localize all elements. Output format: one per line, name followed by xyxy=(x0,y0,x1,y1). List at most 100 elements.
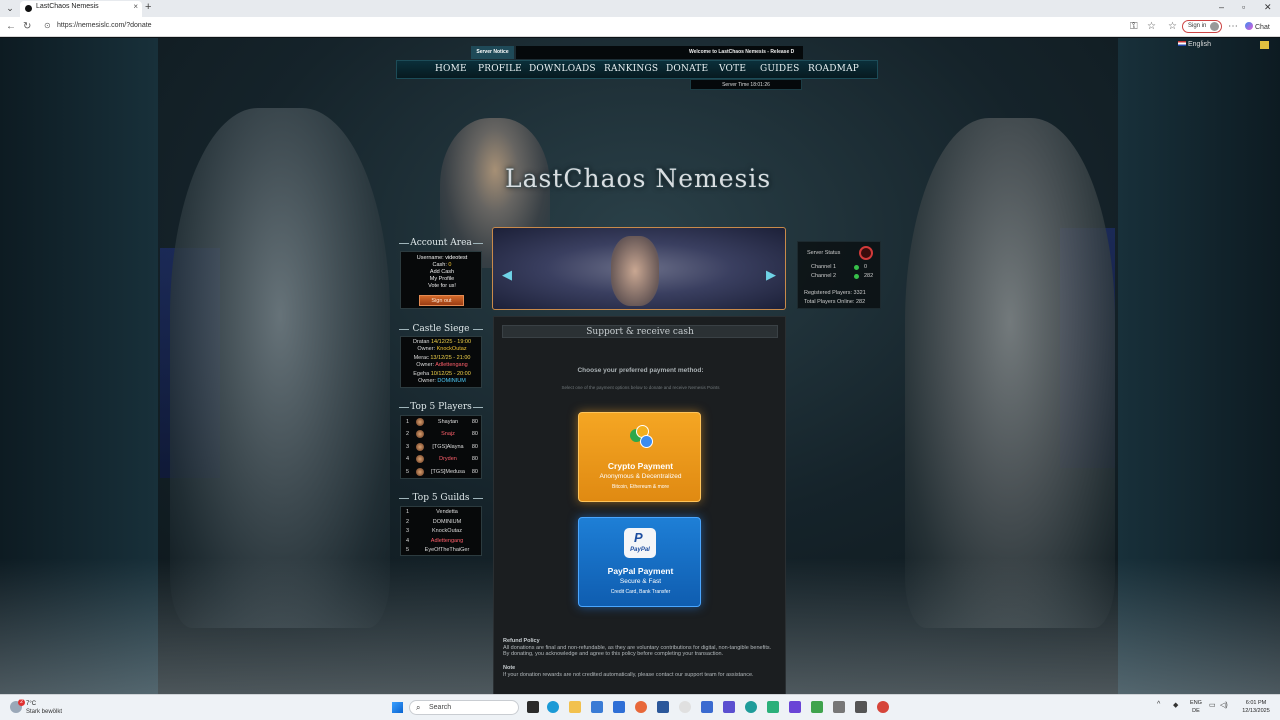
url-field[interactable]: ⊙ https://nemesislc.com/?donate xyxy=(40,20,1175,34)
more-menu-icon[interactable]: ⋯ xyxy=(1228,21,1238,32)
tab-title: LastChaos Nemesis xyxy=(36,3,99,10)
input-language-indicator[interactable]: ENG DE xyxy=(1188,699,1204,715)
siege-egeha-line: Egeha 10/12/25 - 20:00 xyxy=(413,371,471,377)
note-title: Note xyxy=(503,665,516,671)
nav-guides[interactable]: GUIDES xyxy=(760,64,799,74)
paypal-payment-subtitle: Secure & Fast xyxy=(619,578,662,585)
nav-vote[interactable]: VOTE xyxy=(719,64,746,74)
word-icon[interactable] xyxy=(657,701,669,713)
volume-icon[interactable]: ◁) xyxy=(1220,701,1228,709)
top-guilds-panel: 1 Vendetta 2 DOMINIUM 3 KnockOutaz 4 Adlette… xyxy=(400,506,482,556)
add-cash-link[interactable]: Add Cash xyxy=(401,269,483,275)
weather-widget[interactable]: 2 7°C Stark bewölkt xyxy=(10,699,70,717)
favorites-icon[interactable]: ☆ xyxy=(1168,21,1177,32)
windows-start-icon[interactable] xyxy=(392,702,403,713)
nav-roadmap[interactable]: ROADMAP xyxy=(808,64,859,74)
copilot-chat-button[interactable]: Chat xyxy=(1245,22,1270,31)
browser-tab-bar: ⌄ LastChaos Nemesis × + – ▫ ✕ xyxy=(0,0,1280,17)
app-icon[interactable] xyxy=(811,701,823,713)
my-profile-link[interactable]: My Profile xyxy=(401,276,483,282)
teams-icon[interactable] xyxy=(723,701,735,713)
player-row[interactable]: 2 Snajz 80 xyxy=(401,428,483,440)
player-row[interactable]: 3 [TGS]Alayna 80 xyxy=(401,441,483,453)
site-favicon-icon xyxy=(25,5,32,12)
crypto-payment-detail: Bitcoin, Ethereum & more xyxy=(612,484,669,490)
nav-donate[interactable]: DONATE xyxy=(666,64,708,74)
nav-profile[interactable]: PROFILE xyxy=(478,64,522,74)
refund-policy-title: Refund Policy xyxy=(503,638,540,644)
guild-row[interactable]: 5 EyeOfTheThaiGer xyxy=(401,545,483,555)
sign-out-button[interactable]: Sign out xyxy=(419,295,464,306)
mail-icon[interactable] xyxy=(613,701,625,713)
store-icon[interactable] xyxy=(591,701,603,713)
guild-row[interactable]: 3 KnockOutaz xyxy=(401,526,483,536)
profile-avatar-icon xyxy=(1210,22,1219,31)
app-icon[interactable] xyxy=(701,701,713,713)
top-players-panel: 1 Shaytan 80 2 Snajz 80 3 [TGS]Alayna 80 4 … xyxy=(400,415,482,479)
app-icon[interactable] xyxy=(855,701,867,713)
taskbar-clock[interactable]: 6:01 PM 12/13/2025 xyxy=(1236,699,1276,715)
castle-siege-panel: Dratan 14/12/25 - 19:00 Owner: KnockOuta… xyxy=(400,336,482,388)
language-menu-icon[interactable] xyxy=(1260,41,1269,49)
tray-app-icon[interactable]: ◆ xyxy=(1173,701,1178,709)
server-notice-label: Server Notice xyxy=(471,46,514,59)
url-text: https://nemesislc.com/?donate xyxy=(57,22,152,29)
taskbar-search[interactable]: ⌕ Search xyxy=(409,700,519,715)
siege-merac-owner: Owner: Adlettengang xyxy=(416,362,468,368)
maximize-button[interactable]: ▫ xyxy=(1242,2,1245,12)
vote-link[interactable]: Vote for us! xyxy=(401,283,483,289)
browser-tab[interactable]: LastChaos Nemesis × xyxy=(20,1,142,17)
language-selector[interactable]: English xyxy=(1178,41,1211,48)
nav-rankings[interactable]: RANKINGS xyxy=(604,64,658,74)
tray-overflow-icon[interactable]: ^ xyxy=(1157,701,1160,708)
app-icon[interactable] xyxy=(745,701,757,713)
player-row[interactable]: 1 Shaytan 80 xyxy=(401,416,483,428)
back-icon[interactable]: ← xyxy=(6,21,16,32)
clock-time: 6:01 PM xyxy=(1245,700,1267,706)
windows-taskbar: 2 7°C Stark bewölkt ⌕ Search ^ ◆ ENG DE ▭… xyxy=(0,694,1280,720)
guild-row[interactable]: 1 Vendetta xyxy=(401,507,483,517)
server-status-title: Server Status xyxy=(807,250,841,256)
file-explorer-icon[interactable] xyxy=(569,701,581,713)
password-key-icon[interactable]: ⚿ xyxy=(1130,21,1138,32)
slider-character-art xyxy=(611,236,659,306)
paypal-payment-button[interactable]: P PayPal PayPal Payment Secure & Fast Cr… xyxy=(578,517,701,607)
nav-home[interactable]: HOME xyxy=(435,64,467,74)
server-status-icon xyxy=(859,246,873,260)
new-tab-button[interactable]: + xyxy=(145,1,151,13)
registered-players: Registered Players: 3321 xyxy=(804,290,866,296)
cash-value: 0 xyxy=(448,262,452,268)
firefox-icon[interactable] xyxy=(635,701,647,713)
account-area-panel: Username: videotest Cash: 0 Add Cash My … xyxy=(400,251,482,309)
slider-prev-arrow-icon[interactable]: ◀ xyxy=(497,268,517,282)
nav-downloads[interactable]: DOWNLOADS xyxy=(529,64,596,74)
task-view-icon[interactable] xyxy=(527,701,539,713)
chrome-icon[interactable] xyxy=(679,701,691,713)
refresh-icon[interactable]: ↻ xyxy=(23,21,31,32)
channel2-value: 282 xyxy=(864,273,874,279)
discord-icon[interactable] xyxy=(789,701,801,713)
player-row[interactable]: 4 Dryden 80 xyxy=(401,453,483,465)
siege-dratan-line: Dratan 14/12/25 - 19:00 xyxy=(412,339,472,345)
crypto-payment-button[interactable]: Crypto Payment Anonymous & Decentralized… xyxy=(578,412,701,502)
app-icon[interactable] xyxy=(767,701,779,713)
crypto-coins-icon xyxy=(626,425,656,453)
site-info-icon[interactable]: ⊙ xyxy=(44,21,51,30)
network-icon[interactable]: ▭ xyxy=(1209,701,1216,709)
sign-in-button[interactable]: Sign in xyxy=(1182,20,1222,33)
app-icon[interactable] xyxy=(877,701,889,713)
note-text: If your donation rewards are not credite… xyxy=(503,671,754,678)
close-window-button[interactable]: ✕ xyxy=(1264,2,1272,13)
tab-actions-menu[interactable]: ⌄ xyxy=(4,2,16,14)
clock-date: 12/13/2025 xyxy=(1242,708,1270,714)
minimize-button[interactable]: – xyxy=(1219,2,1224,12)
tab-close-icon[interactable]: × xyxy=(133,2,138,11)
site-logo[interactable]: LastChaos Nemesis xyxy=(505,164,771,193)
slider-next-arrow-icon[interactable]: ▶ xyxy=(761,268,781,282)
player-row[interactable]: 5 [TGS]Medusa 80 xyxy=(401,466,483,478)
edge-browser-icon[interactable] xyxy=(547,701,559,713)
favorite-star-icon[interactable]: ☆ xyxy=(1147,21,1156,32)
settings-icon[interactable] xyxy=(833,701,845,713)
server-notice-ticker: Welcome to LastChaos Nemesis - Release D xyxy=(516,46,803,59)
uk-flag-icon xyxy=(1178,41,1186,46)
